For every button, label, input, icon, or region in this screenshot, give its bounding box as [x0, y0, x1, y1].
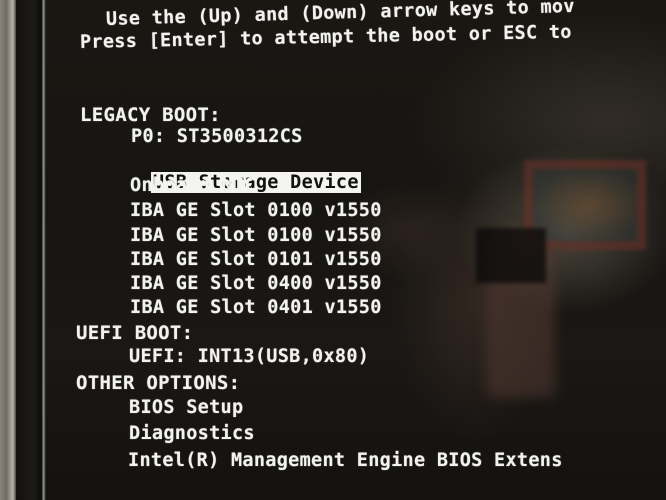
- monitor-bezel-inner: [16, 0, 46, 500]
- monitor-bezel-outer: [0, 0, 16, 500]
- boot-item-onboard-nic[interactable]: Onboard NIC: [130, 175, 256, 197]
- boot-item-iba-slot-0100-a[interactable]: IBA GE Slot 0100 v1550: [130, 200, 382, 222]
- legacy-boot-header: LEGACY BOOT:: [80, 104, 221, 126]
- boot-item-iba-slot-0401[interactable]: IBA GE Slot 0401 v1550: [130, 297, 382, 319]
- option-diagnostics[interactable]: Diagnostics: [129, 423, 255, 445]
- other-options-header: OTHER OPTIONS:: [76, 372, 241, 394]
- option-intel-me-bios-extension[interactable]: Intel(R) Management Engine BIOS Extens: [128, 450, 563, 472]
- boot-item-hdd[interactable]: P0: ST3500312CS: [131, 126, 303, 148]
- option-bios-setup[interactable]: BIOS Setup: [129, 397, 243, 419]
- boot-item-iba-slot-0101[interactable]: IBA GE Slot 0101 v1550: [130, 249, 382, 271]
- boot-item-uefi-int13-usb[interactable]: UEFI: INT13(USB,0x80): [129, 346, 369, 368]
- phone-reflection: [476, 228, 546, 283]
- uefi-boot-header: UEFI BOOT:: [76, 322, 194, 344]
- boot-item-iba-slot-0400[interactable]: IBA GE Slot 0400 v1550: [130, 273, 382, 295]
- boot-item-iba-slot-0100-b[interactable]: IBA GE Slot 0100 v1550: [130, 225, 382, 247]
